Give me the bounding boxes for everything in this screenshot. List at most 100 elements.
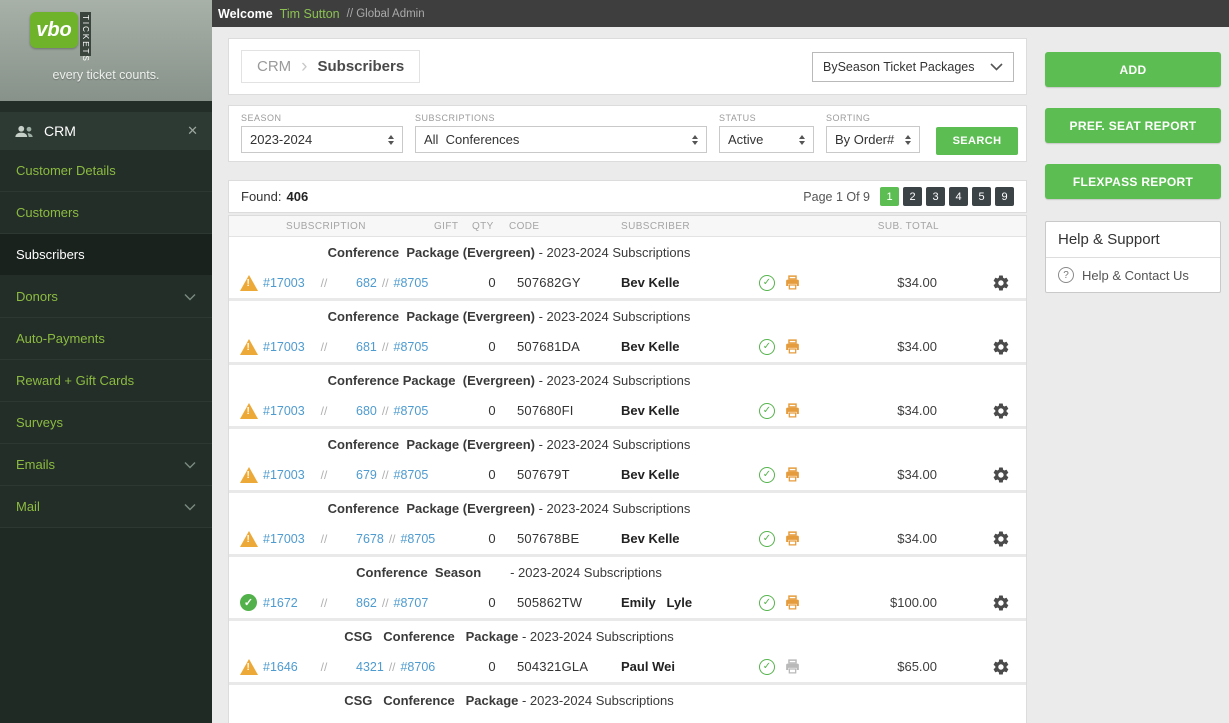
sidebar-item-emails[interactable]: Emails [0, 444, 212, 486]
page-buttons: 123459 [880, 187, 1014, 206]
help-support-card: Help & Support ? Help & Contact Us [1045, 221, 1221, 293]
gift-id-link[interactable]: 680 [356, 404, 377, 418]
print-icon[interactable] [784, 530, 801, 547]
view-type-select[interactable]: BySeason Ticket Packages [812, 52, 1014, 82]
breadcrumb-crm-link[interactable]: CRM [257, 58, 291, 75]
subscriber-name: Bev Kelle [621, 467, 755, 482]
subscription-total: $65.00 [825, 659, 951, 674]
confirmed-check-icon[interactable]: ✓ [759, 595, 775, 611]
settings-gear-icon[interactable] [951, 274, 1026, 292]
print-icon[interactable] [784, 274, 801, 291]
page-indicator: Page 1 Of 9 [803, 190, 870, 204]
gift-cell: 680 // #8705 [339, 404, 467, 418]
order-number-link[interactable]: #1646 [263, 660, 309, 674]
package-id-link[interactable]: #8705 [394, 468, 429, 482]
gift-id-link[interactable]: 862 [356, 596, 377, 610]
order-number-link[interactable]: #17003 [263, 340, 309, 354]
confirmed-check-icon[interactable]: ✓ [759, 339, 775, 355]
quantity-value: 0 [467, 659, 517, 674]
search-button[interactable]: SEARCH [936, 127, 1018, 155]
subscription-name: CSG Conference Package [344, 693, 518, 708]
print-icon[interactable] [784, 658, 801, 675]
gift-id-link[interactable]: 679 [356, 468, 377, 482]
order-number-link[interactable]: #17003 [263, 468, 309, 482]
separator: // [382, 340, 389, 354]
order-number-link[interactable]: #17003 [263, 532, 309, 546]
found-count: 406 [286, 189, 308, 204]
quantity-value: 0 [467, 531, 517, 546]
page-button-2[interactable]: 2 [903, 187, 922, 206]
sorting-value: By Order# [835, 132, 894, 147]
add-button[interactable]: ADD [1045, 52, 1221, 87]
subscription-code: 507679T [517, 467, 621, 482]
package-id-link[interactable]: #8705 [394, 276, 429, 290]
subscriptions-value: All Conferences [424, 132, 519, 147]
package-id-link[interactable]: #8705 [400, 532, 435, 546]
sidebar-item-subscribers[interactable]: Subscribers [0, 234, 212, 276]
order-number-link[interactable]: #17003 [263, 276, 309, 290]
table-body: Conference Package (Evergreen) - 2023-20… [229, 237, 1026, 723]
settings-gear-icon[interactable] [951, 402, 1026, 420]
settings-gear-icon[interactable] [951, 594, 1026, 612]
table-row: Conference Package (Evergreen) - 2023-20… [229, 429, 1026, 493]
confirmed-check-icon[interactable]: ✓ [759, 403, 775, 419]
pref-seat-report-button[interactable]: PREF. SEAT REPORT [1045, 108, 1221, 143]
confirmed-check-icon[interactable]: ✓ [759, 659, 775, 675]
gift-id-link[interactable]: 4321 [356, 660, 384, 674]
sorting-select[interactable]: By Order# [826, 126, 920, 153]
left-column: CRM › Subscribers BySeason Ticket Packag… [228, 38, 1027, 723]
found-label: Found: [241, 189, 281, 204]
quantity-value: 0 [467, 275, 517, 290]
vbo-logo[interactable]: vbo [30, 12, 78, 48]
order-number-link[interactable]: #17003 [263, 404, 309, 418]
sidebar-item-surveys[interactable]: Surveys [0, 402, 212, 444]
flexpass-report-button[interactable]: FLEXPASS REPORT [1045, 164, 1221, 199]
print-icon[interactable] [784, 466, 801, 483]
settings-gear-icon[interactable] [951, 658, 1026, 676]
subscription-name: Conference Package (Evergreen) [328, 501, 535, 516]
gift-id-link[interactable]: 681 [356, 340, 377, 354]
help-support-title: Help & Support [1046, 222, 1220, 258]
sidebar-item-reward-gift-cards[interactable]: Reward + Gift Cards [0, 360, 212, 402]
subscriber-name: Bev Kelle [621, 403, 755, 418]
gift-id-link[interactable]: 7678 [356, 532, 384, 546]
sidebar-item-mail[interactable]: Mail [0, 486, 212, 528]
settings-gear-icon[interactable] [951, 466, 1026, 484]
print-icon[interactable] [784, 402, 801, 419]
current-user-link[interactable]: Tim Sutton [280, 7, 340, 21]
print-icon[interactable] [784, 338, 801, 355]
sidebar-item-customers[interactable]: Customers [0, 192, 212, 234]
page-button-5[interactable]: 5 [972, 187, 991, 206]
package-id-link[interactable]: #8705 [394, 340, 429, 354]
print-icon[interactable] [784, 594, 801, 611]
page-button-4[interactable]: 4 [949, 187, 968, 206]
package-id-link[interactable]: #8707 [394, 596, 429, 610]
subscription-total: $34.00 [825, 531, 951, 546]
confirmed-check-icon[interactable]: ✓ [759, 275, 775, 291]
confirmed-check-icon[interactable]: ✓ [759, 531, 775, 547]
sidebar-item-auto-payments[interactable]: Auto-Payments [0, 318, 212, 360]
confirmed-check-icon[interactable]: ✓ [759, 467, 775, 483]
page-button-1[interactable]: 1 [880, 187, 899, 206]
settings-gear-icon[interactable] [951, 338, 1026, 356]
subscription-total: $100.00 [825, 595, 951, 610]
settings-gear-icon[interactable] [951, 530, 1026, 548]
package-id-link[interactable]: #8706 [400, 660, 435, 674]
page-button-9[interactable]: 9 [995, 187, 1014, 206]
help-contact-link[interactable]: ? Help & Contact Us [1046, 258, 1220, 292]
sidebar-section-crm[interactable]: CRM ✕ [0, 112, 212, 150]
quantity-value: 0 [467, 403, 517, 418]
package-id-link[interactable]: #8705 [394, 404, 429, 418]
season-value: 2023-2024 [250, 132, 312, 147]
sidebar-item-customer-details[interactable]: Customer Details [0, 150, 212, 192]
status-select[interactable]: Active [719, 126, 814, 153]
close-icon[interactable]: ✕ [187, 123, 198, 139]
subscriptions-select[interactable]: All Conferences [415, 126, 707, 153]
sidebar-item-donors[interactable]: Donors [0, 276, 212, 318]
order-number-link[interactable]: #1672 [263, 596, 309, 610]
question-icon: ? [1058, 267, 1074, 283]
spinner-icon [897, 135, 911, 145]
season-select[interactable]: 2023-2024 [241, 126, 403, 153]
gift-id-link[interactable]: 682 [356, 276, 377, 290]
page-button-3[interactable]: 3 [926, 187, 945, 206]
